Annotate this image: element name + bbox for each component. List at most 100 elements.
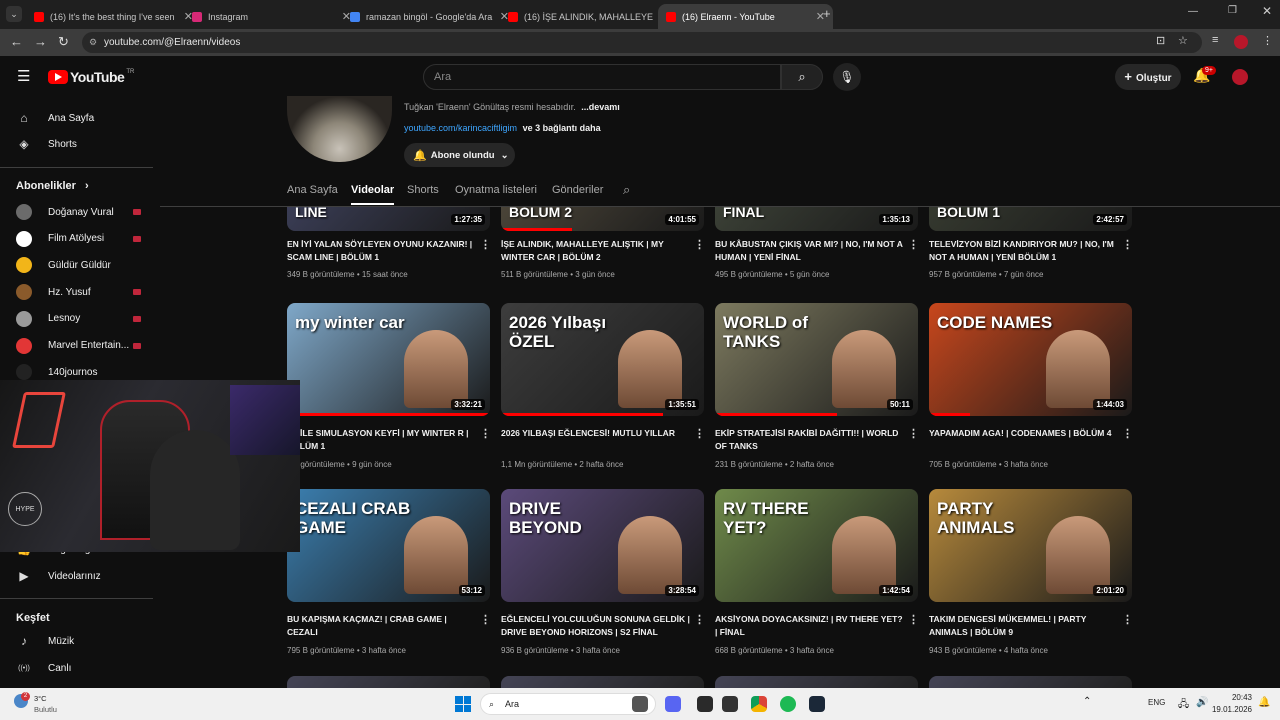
app-icon[interactable] <box>722 696 738 712</box>
channel-avatar[interactable] <box>287 96 392 162</box>
video-title[interactable]: İŞE ALINDIK, MAHALLEYE ALIŞTIK | MY WINT… <box>501 238 691 264</box>
video-thumbnail[interactable]: BÖLÜM 2 4:01:55 <box>501 207 704 231</box>
channel-tab[interactable]: Gönderiler <box>552 184 603 196</box>
video-thumbnail[interactable] <box>287 676 490 688</box>
video-thumbnail[interactable]: DRIVE BEYOND 3:28:54 <box>501 489 704 602</box>
sidebar-subscription[interactable]: Film Atölyesi <box>16 228 151 250</box>
video-menu-icon[interactable]: ⋮ <box>480 238 491 251</box>
sidebar-subscription[interactable]: Marvel Entertain... <box>16 335 151 357</box>
video-title[interactable]: AKSİYONA DOYACAKSINIZ! | RV THERE YET? |… <box>715 613 905 639</box>
browser-tab[interactable]: (16) It's the best thing I've seen ✕ <box>26 4 201 29</box>
video-title[interactable]: AT İLE SIMULASYON KEYFİ | MY WINTER R | … <box>287 427 477 453</box>
video-menu-icon[interactable]: ⋮ <box>1122 613 1133 626</box>
clock-time[interactable]: 20:43 <box>1212 693 1252 702</box>
bookmark-star-icon[interactable]: ☆ <box>1178 34 1188 47</box>
install-icon[interactable]: ⊡ <box>1156 34 1165 47</box>
video-menu-icon[interactable]: ⋮ <box>480 427 491 440</box>
clock-date[interactable]: 19.01.2026 <box>1208 705 1252 714</box>
video-title[interactable]: 2026 YILBAŞI EĞLENCESİ! MUTLU YILLAR <box>501 427 691 440</box>
site-info-icon[interactable]: ⚙ <box>89 32 97 53</box>
video-thumbnail[interactable]: 2026 Yılbaşı ÖZEL 1:35:51 <box>501 303 704 416</box>
browser-menu-icon[interactable]: ⋮ <box>1262 34 1273 47</box>
task-view-icon[interactable] <box>632 696 648 712</box>
close-window-button[interactable]: ✕ <box>1262 4 1272 18</box>
video-menu-icon[interactable]: ⋮ <box>908 613 919 626</box>
sidebar-item-home[interactable]: ⌂ Ana Sayfa <box>16 107 151 129</box>
video-thumbnail[interactable]: BÖLÜM 1 2:42:57 <box>929 207 1132 231</box>
account-avatar[interactable] <box>1232 69 1248 85</box>
hamburger-menu-icon[interactable]: ☰ <box>17 69 30 84</box>
video-thumbnail[interactable]: WORLD of TANKS 50:11 <box>715 303 918 416</box>
sidebar-item-you[interactable]: ▶ Videolarınız <box>16 565 151 587</box>
youtube-logo[interactable]: YouTube TR <box>48 69 134 85</box>
browser-tab[interactable]: (16) Elraenn - YouTube ✕ <box>658 4 833 29</box>
profile-avatar[interactable] <box>1234 35 1248 49</box>
video-title[interactable]: EN İYİ YALAN SÖYLEYEN OYUNU KAZANIR! | S… <box>287 238 477 264</box>
url-field[interactable]: ⚙ youtube.com/@Elraenn/videos <box>82 32 1202 53</box>
network-icon[interactable]: 🖧 <box>1178 697 1189 714</box>
sidebar-subscription[interactable]: Hz. Yusuf <box>16 281 151 303</box>
spotify-icon[interactable] <box>780 696 796 712</box>
sidebar-item-explore[interactable]: ♪ Müzik <box>16 630 151 652</box>
channel-link[interactable]: youtube.com/karincaciftligim <box>404 123 517 133</box>
volume-icon[interactable]: 🔊 <box>1196 697 1208 708</box>
extensions-icon[interactable]: ≡ <box>1212 34 1218 46</box>
taskbar-search[interactable]: ⌕ Ara <box>480 693 656 715</box>
video-thumbnail[interactable]: LINE 1:27:35 <box>287 207 490 231</box>
reload-icon[interactable]: ↻ <box>58 34 69 50</box>
video-thumbnail[interactable]: my winter car 3:32:21 <box>287 303 490 416</box>
video-thumbnail[interactable] <box>715 676 918 688</box>
sidebar-item-explore[interactable]: ((•)) Canlı <box>16 657 151 679</box>
video-menu-icon[interactable]: ⋮ <box>480 613 491 626</box>
video-title[interactable]: TELEVİZYON BİZİ KANDIRIYOR MU? | NO, I'M… <box>929 238 1119 264</box>
browser-tab[interactable]: Instagram ✕ <box>184 4 359 29</box>
video-menu-icon[interactable]: ⋮ <box>908 427 919 440</box>
channel-tab[interactable]: Ana Sayfa <box>287 184 338 196</box>
sidebar-item-shorts[interactable]: ◈ Shorts <box>16 133 151 155</box>
video-title[interactable]: EKİP STRATEJİSİ RAKİBİ DAĞITTI!! | WORLD… <box>715 427 905 453</box>
subscribed-button[interactable]: 🔔 Abone olundu ⌄ <box>404 143 515 167</box>
video-menu-icon[interactable]: ⋮ <box>694 238 705 251</box>
description-more-link[interactable]: ...devamı <box>581 102 620 112</box>
video-menu-icon[interactable]: ⋮ <box>694 427 705 440</box>
back-icon[interactable]: ← <box>10 34 23 49</box>
video-menu-icon[interactable]: ⋮ <box>908 238 919 251</box>
video-thumbnail[interactable]: RV THERE YET? 1:42:54 <box>715 489 918 602</box>
discord-icon[interactable] <box>665 696 681 712</box>
video-thumbnail[interactable] <box>501 676 704 688</box>
video-title[interactable]: EĞLENCELİ YOLCULUĞUN SONUNA GELDİK | DRI… <box>501 613 691 639</box>
create-button[interactable]: + Oluştur <box>1115 64 1181 90</box>
input-language[interactable]: ENG <box>1148 698 1165 707</box>
notification-bell-icon[interactable]: 🔔 <box>1258 697 1270 708</box>
video-thumbnail[interactable]: PARTY ANIMALS 2:01:20 <box>929 489 1132 602</box>
video-title[interactable]: BU KAPIŞMA KAÇMAZ! | CRAB GAME | CEZALI <box>287 613 477 639</box>
sidebar-subscription[interactable]: Güldür Güldür <box>16 254 151 276</box>
browser-tab[interactable]: (16) İŞE ALINDIK, MAHALLEYE A✕ <box>500 4 675 29</box>
channel-tab[interactable]: Oynatma listeleri <box>455 184 537 196</box>
tray-chevron-icon[interactable]: ⌃ <box>1083 696 1091 707</box>
sidebar-subscription[interactable]: Doğanay Vural <box>16 201 151 223</box>
video-thumbnail[interactable]: CODE NAMES 1:44:03 <box>929 303 1132 416</box>
video-thumbnail[interactable]: CEZALI CRAB GAME 53:12 <box>287 489 490 602</box>
browser-tab[interactable]: ramazan bingöl - Google'da Ara ✕ <box>342 4 517 29</box>
video-title[interactable]: YAPAMADIM AGA! | CODENAMES | BÖLÜM 4 <box>929 427 1119 440</box>
channel-search-icon[interactable]: ⌕ <box>623 182 630 198</box>
search-button[interactable]: ⌕ <box>781 64 823 90</box>
search-input[interactable]: Ara <box>423 64 781 90</box>
more-links-link[interactable]: ve 3 bağlantı daha <box>523 123 601 133</box>
app-icon[interactable] <box>697 696 713 712</box>
subscriptions-heading[interactable]: Abonelikler › <box>16 180 89 192</box>
channel-tab[interactable]: Shorts <box>407 184 439 196</box>
channel-tab[interactable]: Videolar <box>351 184 395 205</box>
voice-search-button[interactable]: 🎙 <box>833 63 861 91</box>
sidebar-subscription[interactable]: Lesnoy <box>16 308 151 330</box>
video-thumbnail[interactable] <box>929 676 1132 688</box>
video-menu-icon[interactable]: ⋮ <box>1122 238 1133 251</box>
start-button[interactable] <box>455 696 471 712</box>
forward-icon[interactable]: → <box>34 34 47 49</box>
chrome-icon[interactable] <box>751 696 767 712</box>
video-menu-icon[interactable]: ⋮ <box>694 613 705 626</box>
steam-icon[interactable] <box>809 696 825 712</box>
channel-description[interactable]: Tuğkan 'Elraenn' Gönültaş resmi hesabıdı… <box>404 102 620 112</box>
new-tab-button[interactable]: + <box>823 6 831 21</box>
